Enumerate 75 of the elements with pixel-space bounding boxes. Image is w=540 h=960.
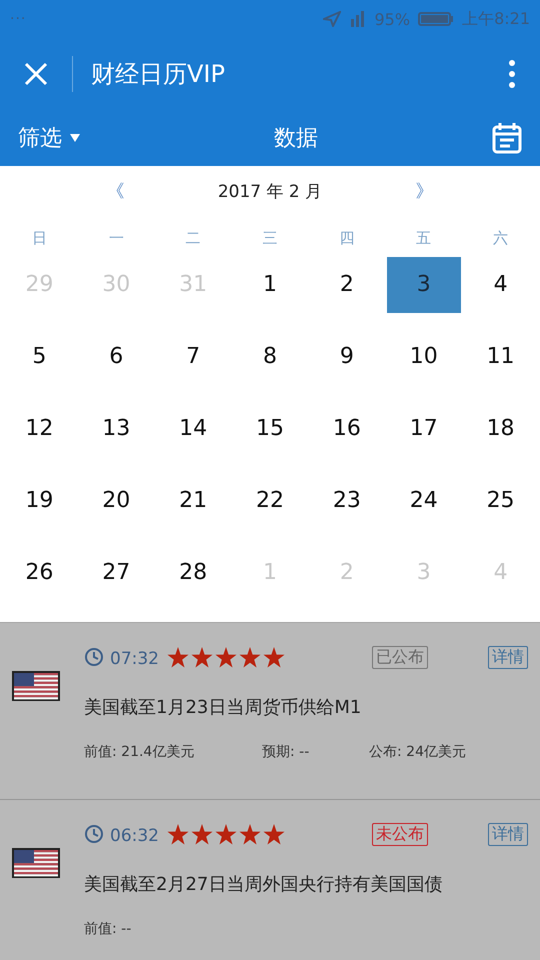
- flag-icon: [12, 671, 60, 701]
- calendar-day[interactable]: 14: [156, 401, 230, 457]
- calendar-day[interactable]: 5: [2, 329, 76, 385]
- calendar-day[interactable]: 12: [2, 401, 76, 457]
- star-icon: [215, 824, 237, 844]
- weekday-label: 二: [184, 228, 202, 249]
- star-icon: [239, 646, 261, 668]
- toolbar-title: 数据: [274, 125, 318, 153]
- battery-icon: [418, 11, 454, 27]
- status-dots: ···: [10, 11, 26, 27]
- previous-value: 前值: 21.4亿美元: [84, 743, 196, 761]
- event-title: 美国截至1月23日当周货币供给M1: [84, 696, 362, 719]
- star-icon: [215, 646, 237, 668]
- star-icon: [167, 824, 189, 844]
- calendar-day[interactable]: 2: [310, 257, 384, 313]
- calendar-day[interactable]: 16: [310, 401, 384, 457]
- previous-month-button[interactable]: 《: [106, 179, 125, 203]
- clock-time: 上午8:21: [462, 8, 530, 30]
- calendar-day[interactable]: 13: [79, 401, 154, 457]
- calendar-day[interactable]: 10: [386, 329, 461, 385]
- calendar-day[interactable]: 21: [156, 473, 230, 529]
- calendar-day[interactable]: 9: [310, 329, 384, 385]
- star-icon: [167, 646, 189, 668]
- clock-icon: [84, 647, 104, 667]
- weekday-label: 六: [492, 228, 510, 249]
- actual-value: 公布: 24亿美元: [369, 743, 466, 761]
- caret-icon: [70, 134, 80, 142]
- month-label: 2017 年 2 月: [218, 180, 322, 202]
- calendar-day[interactable]: 23: [310, 473, 384, 529]
- calendar-day[interactable]: 17: [386, 401, 461, 457]
- star-icon: [191, 646, 213, 668]
- weekday-label: 日: [30, 228, 48, 249]
- weekday-label: 一: [108, 228, 125, 249]
- forecast-value: 预期: --: [262, 743, 310, 761]
- next-month-button[interactable]: 》: [415, 179, 434, 203]
- location-icon: [322, 11, 340, 27]
- event-title: 美国截至2月27日当周外国央行持有美国国债: [84, 873, 444, 896]
- star-icon: [191, 824, 213, 844]
- window-title: 财经日历VIP: [91, 59, 226, 90]
- calendar-day[interactable]: 27: [79, 545, 154, 601]
- star-icon: [239, 824, 261, 844]
- weekday-label: 五: [415, 228, 432, 249]
- event-time: 07:32: [110, 649, 159, 669]
- calendar-day[interactable]: 18: [464, 401, 538, 457]
- calendar-day[interactable]: 8: [232, 329, 307, 385]
- calendar-day[interactable]: 20: [79, 473, 154, 529]
- calendar-day[interactable]: 11: [464, 329, 538, 385]
- star-icon: [263, 646, 285, 668]
- calendar-day[interactable]: 4: [464, 257, 538, 313]
- calendar-day[interactable]: 1: [232, 257, 307, 313]
- weekday-label: 三: [261, 228, 278, 249]
- event-time: 06:32: [110, 826, 159, 846]
- calendar-day[interactable]: 15: [232, 401, 307, 457]
- calendar-day[interactable]: 28: [156, 545, 230, 601]
- calendar-day[interactable]: 19: [2, 473, 76, 529]
- weekday-label: 四: [338, 228, 356, 249]
- calendar-day[interactable]: 7: [156, 329, 230, 385]
- calendar-icon[interactable]: [492, 122, 522, 154]
- signal-icon: [348, 10, 366, 28]
- clock-icon: [84, 824, 104, 844]
- filter-dropdown[interactable]: 筛选: [18, 123, 80, 153]
- flag-icon: [12, 848, 60, 878]
- calendar-day[interactable]: 22: [232, 473, 307, 529]
- close-icon[interactable]: [24, 62, 48, 86]
- star-icon: [263, 824, 285, 844]
- calendar-day[interactable]: 3: [386, 257, 461, 313]
- status-tag: 已公布: [372, 646, 428, 668]
- calendar-day[interactable]: 26: [2, 545, 76, 601]
- status-tag: 未公布: [372, 822, 428, 846]
- battery-percent: 95%: [374, 10, 410, 28]
- calendar-day[interactable]: 24: [386, 473, 461, 529]
- calendar-day[interactable]: 25: [464, 473, 538, 529]
- calendar-day[interactable]: 6: [79, 329, 154, 385]
- more-icon[interactable]: [508, 59, 516, 89]
- previous-value: 前值: --: [84, 920, 132, 938]
